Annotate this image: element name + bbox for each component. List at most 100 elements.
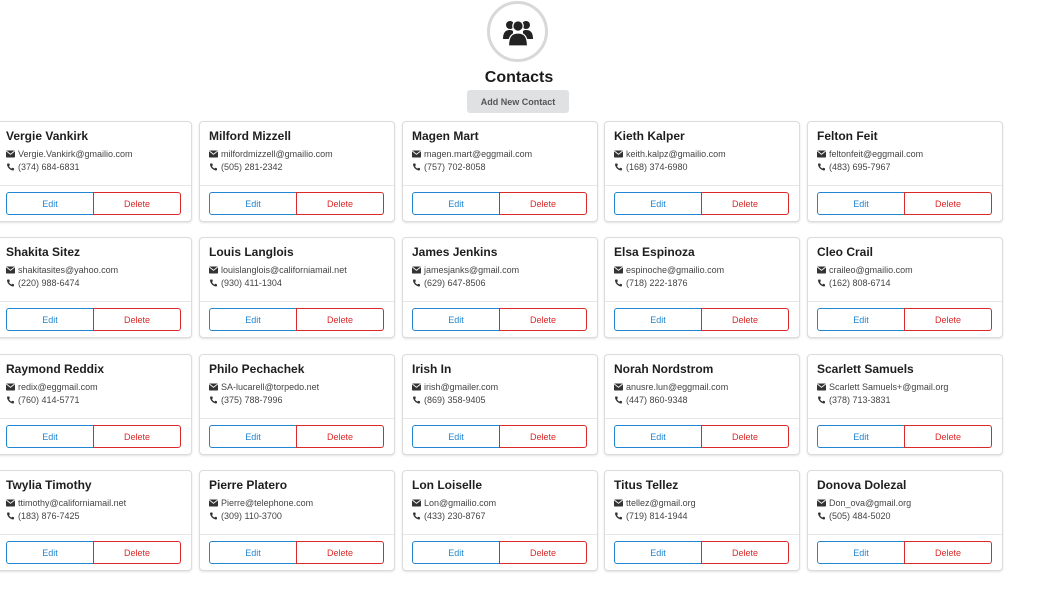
envelope-icon — [614, 383, 623, 391]
delete-button[interactable]: Delete — [904, 425, 992, 448]
contact-card-body: Raymond Reddix redix@eggmail.com (760) 4… — [0, 355, 191, 419]
edit-button[interactable]: Edit — [6, 541, 94, 564]
phone-icon — [818, 279, 825, 287]
contact-email: anusre.lun@eggmail.com — [626, 382, 729, 392]
contact-name: Vergie Vankirk — [6, 129, 89, 143]
contact-email: Scarlett Samuels+@gmail.org — [829, 382, 949, 392]
contact-phone-line: (505) 484-5020 — [817, 511, 891, 521]
contact-phone: (309) 110-3700 — [221, 511, 282, 521]
contact-phone: (930) 411-1304 — [221, 278, 282, 288]
contact-card-body: Scarlett Samuels Scarlett Samuels+@gmail… — [808, 355, 1002, 419]
envelope-icon — [412, 383, 421, 391]
phone-icon — [413, 396, 420, 404]
edit-button[interactable]: Edit — [614, 425, 702, 448]
phone-icon — [413, 512, 420, 520]
edit-button[interactable]: Edit — [614, 541, 702, 564]
contact-card: Magen Mart magen.mart@eggmail.com (757) … — [402, 121, 598, 222]
edit-button[interactable]: Edit — [6, 192, 94, 215]
edit-button[interactable]: Edit — [614, 192, 702, 215]
contact-card: Shakita Sitez shakitasites@yahoo.com (22… — [0, 237, 192, 338]
delete-button[interactable]: Delete — [701, 425, 789, 448]
contact-name: Twylia Timothy — [6, 478, 92, 492]
contact-name: James Jenkins — [412, 245, 498, 259]
contact-phone-line: (168) 374-6980 — [614, 162, 688, 172]
envelope-icon — [209, 266, 218, 274]
phone-icon — [413, 163, 420, 171]
contact-email: espinoche@gmailio.com — [626, 265, 725, 275]
contact-email-line: keith.kalpz@gmailio.com — [614, 149, 726, 159]
edit-button[interactable]: Edit — [412, 308, 500, 331]
contact-card-body: Vergie Vankirk Vergie.Vankirk@gmailio.co… — [0, 122, 191, 186]
delete-button[interactable]: Delete — [701, 308, 789, 331]
delete-button[interactable]: Delete — [499, 192, 587, 215]
delete-button[interactable]: Delete — [296, 425, 384, 448]
contact-email: louislanglois@californiamail.net — [221, 265, 347, 275]
delete-button[interactable]: Delete — [904, 541, 992, 564]
envelope-icon — [412, 499, 421, 507]
edit-button[interactable]: Edit — [412, 541, 500, 564]
edit-button[interactable]: Edit — [209, 308, 297, 331]
phone-icon — [615, 279, 622, 287]
contact-name: Louis Langlois — [209, 245, 294, 259]
delete-button[interactable]: Delete — [93, 541, 181, 564]
delete-button[interactable]: Delete — [904, 192, 992, 215]
contact-phone: (483) 695-7967 — [829, 162, 891, 172]
contact-name: Cleo Crail — [817, 245, 874, 259]
contact-email: milfordmizzell@gmailio.com — [221, 149, 333, 159]
contact-email-line: ttimothy@californiamail.net — [6, 498, 126, 508]
delete-button[interactable]: Delete — [499, 541, 587, 564]
contact-name: Elsa Espinoza — [614, 245, 695, 259]
contact-name: Magen Mart — [412, 129, 479, 143]
contact-phone-line: (930) 411-1304 — [209, 278, 282, 288]
delete-button[interactable]: Delete — [701, 541, 789, 564]
contact-email: Lon@gmailio.com — [424, 498, 497, 508]
contact-card: Titus Tellez ttellez@gmail.org (719) 814… — [604, 470, 800, 571]
edit-button[interactable]: Edit — [817, 541, 905, 564]
contact-email-line: Lon@gmailio.com — [412, 498, 496, 508]
envelope-icon — [6, 150, 15, 158]
contact-phone-line: (447) 860-9348 — [614, 395, 688, 405]
edit-button[interactable]: Edit — [6, 425, 94, 448]
edit-button[interactable]: Edit — [817, 308, 905, 331]
delete-button[interactable]: Delete — [93, 425, 181, 448]
contact-card: Kieth Kalper keith.kalpz@gmailio.com (16… — [604, 121, 800, 222]
contact-phone: (168) 374-6980 — [626, 162, 688, 172]
contact-card-body: James Jenkins jamesjanks@gmail.com (629)… — [403, 238, 597, 302]
edit-button[interactable]: Edit — [209, 192, 297, 215]
delete-button[interactable]: Delete — [904, 308, 992, 331]
edit-button[interactable]: Edit — [817, 425, 905, 448]
delete-button[interactable]: Delete — [296, 192, 384, 215]
envelope-icon — [6, 266, 15, 274]
contact-phone-line: (375) 788-7996 — [209, 395, 283, 405]
delete-button[interactable]: Delete — [499, 308, 587, 331]
delete-button[interactable]: Delete — [701, 192, 789, 215]
contact-name: Raymond Reddix — [6, 362, 105, 376]
contact-email: keith.kalpz@gmailio.com — [626, 149, 726, 159]
contact-email-line: Don_ova@gmail.org — [817, 498, 911, 508]
contact-email: Pierre@telephone.com — [221, 498, 314, 508]
delete-button[interactable]: Delete — [93, 192, 181, 215]
contact-card-body: Lon Loiselle Lon@gmailio.com (433) 230-8… — [403, 471, 597, 535]
contact-phone-line: (719) 814-1944 — [614, 511, 688, 521]
contact-phone: (375) 788-7996 — [221, 395, 283, 405]
delete-button[interactable]: Delete — [296, 308, 384, 331]
contact-card-body: Cleo Crail craileo@gmailio.com (162) 808… — [808, 238, 1002, 302]
contact-phone-line: (869) 358-9405 — [412, 395, 486, 405]
edit-button[interactable]: Edit — [209, 425, 297, 448]
edit-button[interactable]: Edit — [412, 425, 500, 448]
contact-email: SA-lucarell@torpedo.net — [221, 382, 320, 392]
delete-button[interactable]: Delete — [499, 425, 587, 448]
delete-button[interactable]: Delete — [296, 541, 384, 564]
contact-email-line: craileo@gmailio.com — [817, 265, 913, 275]
contact-email-line: shakitasites@yahoo.com — [6, 265, 118, 275]
contact-phone-line: (374) 684-6831 — [6, 162, 80, 172]
contact-card: Twylia Timothy ttimothy@californiamail.n… — [0, 470, 192, 571]
edit-button[interactable]: Edit — [6, 308, 94, 331]
edit-button[interactable]: Edit — [412, 192, 500, 215]
edit-button[interactable]: Edit — [817, 192, 905, 215]
edit-button[interactable]: Edit — [209, 541, 297, 564]
delete-button[interactable]: Delete — [93, 308, 181, 331]
contact-phone-line: (183) 876-7425 — [6, 511, 80, 521]
envelope-icon — [614, 150, 623, 158]
edit-button[interactable]: Edit — [614, 308, 702, 331]
